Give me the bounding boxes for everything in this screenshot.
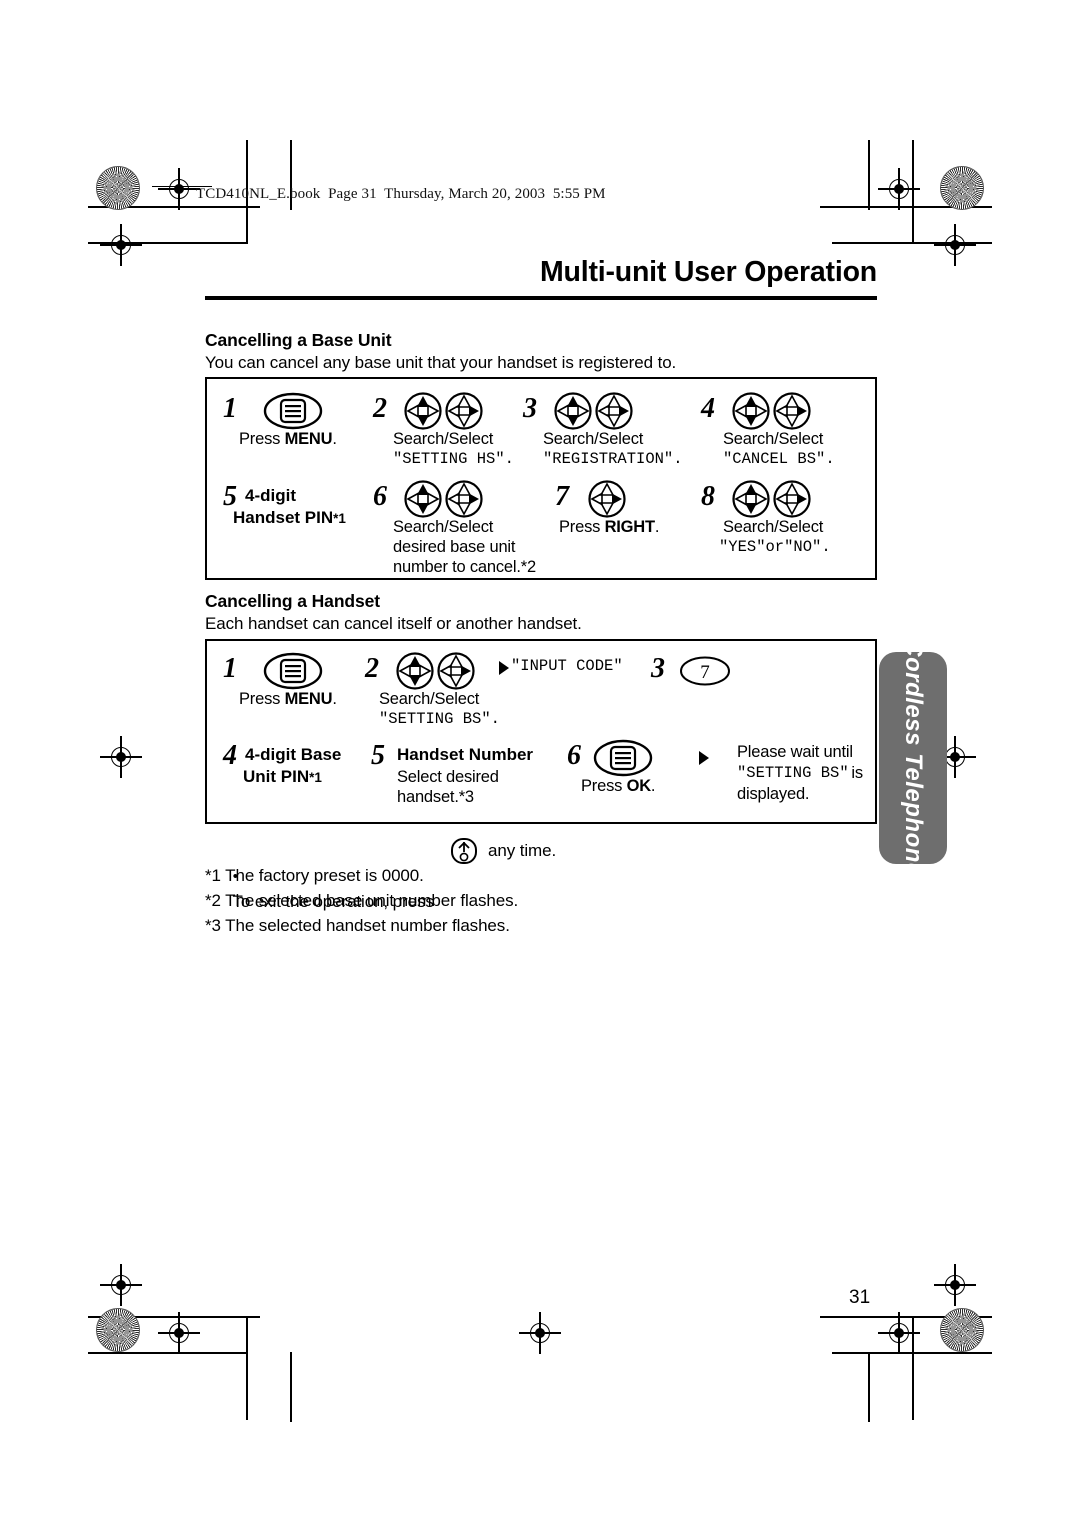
step-caption: Search/Select <box>543 430 644 448</box>
key-7-icon: 7 <box>679 655 731 692</box>
svg-text:7: 7 <box>700 662 710 683</box>
step-2-base: 2 Search/Select "SETTING HS". <box>373 379 523 479</box>
step-number: 2 <box>373 393 387 424</box>
step-caption: Press MENU. <box>239 690 337 708</box>
wait-lcd-text: "SETTING BS" <box>737 764 849 782</box>
footnote-2: *2 The selected base unit number flashes… <box>205 891 519 910</box>
step-6-handset: 6 Press OK. <box>567 735 717 825</box>
step-caption: Search/Select <box>723 430 824 448</box>
flow-input-code: "INPUT CODE" <box>497 641 647 691</box>
step-number: 2 <box>365 653 379 684</box>
step-6-base: 6 Search/Select desired base unit number… <box>373 477 563 579</box>
step-lcd-text: "REGISTRATION". <box>543 450 683 468</box>
step-lcd-text: "CANCEL BS". <box>723 450 835 468</box>
step-number: 4 <box>701 393 715 424</box>
step-caption: Press OK. <box>581 777 656 795</box>
section-intro-cancelling-handset: Each handset can cancel itself or anothe… <box>205 614 582 633</box>
step-number: 4 <box>223 740 237 771</box>
step-lcd-text: "YES"or"NO". <box>719 538 831 556</box>
step-bold-caption: 4-digit <box>245 486 296 505</box>
step-caption: Search/Select <box>393 518 494 536</box>
step-caption: Search/Select <box>723 518 824 536</box>
step-caption: Press MENU. <box>239 430 337 448</box>
step-2-handset: 2 Search/Select "SETTING BS". <box>365 641 515 731</box>
footnote-3: *3 The selected handset number flashes. <box>205 916 510 935</box>
wait-line-1: Please wait until <box>737 743 853 761</box>
step-number: 3 <box>651 653 665 684</box>
flow-arrow-icon <box>497 659 511 682</box>
step-3-base: 3 Search/Select "REGISTRATION". <box>523 379 701 479</box>
flow-arrow-icon <box>697 749 711 772</box>
step-number: 8 <box>701 481 715 512</box>
step-1-handset: 1 Press MENU. <box>207 641 369 731</box>
step-caption-line2: desired base unit <box>393 538 516 556</box>
step-number: 7 <box>555 481 569 512</box>
step-caption: Search/Select <box>393 430 494 448</box>
step-1-base: 1 Press MENU. <box>207 379 377 479</box>
side-tab-label: Cordless Telephone <box>900 639 927 877</box>
section-heading-cancelling-handset: Cancelling a Handset <box>205 591 380 611</box>
flow-please-wait: Please wait until "SETTING BS" is displa… <box>697 735 879 825</box>
step-bold-caption: 4-digit Base <box>245 745 342 764</box>
step-caption: Search/Select <box>379 690 480 708</box>
file-mark-line: TCD410NL_E.book Page 31 Thursday, March … <box>196 186 606 202</box>
step-8-base: 8 Search/Select "YES"or"NO". <box>701 477 879 577</box>
step-lcd-text: "SETTING HS". <box>393 450 514 468</box>
procedure-box-cancelling-handset: 1 Press MENU. 2 Search/Select "SETTING B… <box>205 639 877 824</box>
power-off-key-icon <box>448 836 480 871</box>
step-bold-caption-line2: Handset PIN*1 <box>233 508 346 527</box>
step-bold-caption: Handset Number <box>397 745 534 764</box>
side-tab-cordless-telephone: Cordless Telephone <box>879 639 947 877</box>
step-7-base: 7 Press RIGHT. <box>555 477 701 577</box>
step-caption: Press RIGHT. <box>559 518 660 536</box>
step-caption-line2: Select desired <box>397 768 499 786</box>
section-intro-cancelling-base-unit: You can cancel any base unit that your h… <box>205 353 677 372</box>
procedure-box-cancelling-base-unit: 1 Press MENU. 2 Search/Select "SETTING H… <box>205 377 877 580</box>
step-number: 5 <box>371 740 385 771</box>
step-4-handset: 4 4-digit Base Unit PIN*1 <box>207 735 377 825</box>
step-caption-line3: handset.*3 <box>397 788 474 806</box>
step-number: 6 <box>373 481 387 512</box>
flow-lcd-text: "INPUT CODE" <box>511 657 623 675</box>
wait-line-2-suffix: is <box>847 764 863 782</box>
page-title-rule <box>205 296 877 300</box>
wait-line-3: displayed. <box>737 785 810 803</box>
step-lcd-text: "SETTING BS". <box>379 710 500 728</box>
step-number: 1 <box>223 653 237 684</box>
step-3-handset: 3 7 <box>647 641 767 731</box>
step-4-base: 4 Search/Select "CANCEL BS". <box>701 379 879 479</box>
step-number: 6 <box>567 740 581 771</box>
note-bullet-suffix: any time. <box>488 841 557 860</box>
footnote-1: *1 The factory preset is 0000. <box>205 866 424 885</box>
page-title: Multi-unit User Operation <box>539 256 877 288</box>
step-number: 1 <box>223 393 237 424</box>
step-number: 3 <box>523 393 537 424</box>
step-bold-caption-line2: Unit PIN*1 <box>243 767 322 786</box>
section-heading-cancelling-base-unit: Cancelling a Base Unit <box>205 330 392 350</box>
notes-block: • To exit the operation, press any time.… <box>205 838 725 948</box>
step-caption-line3: number to cancel.*2 <box>393 558 536 576</box>
step-5-base: 5 4-digit Handset PIN*1 <box>207 477 377 577</box>
step-5-handset: 5 Handset Number Select desired handset.… <box>371 735 571 825</box>
file-mark-rule <box>152 186 212 188</box>
page-number: 31 <box>849 1287 871 1308</box>
